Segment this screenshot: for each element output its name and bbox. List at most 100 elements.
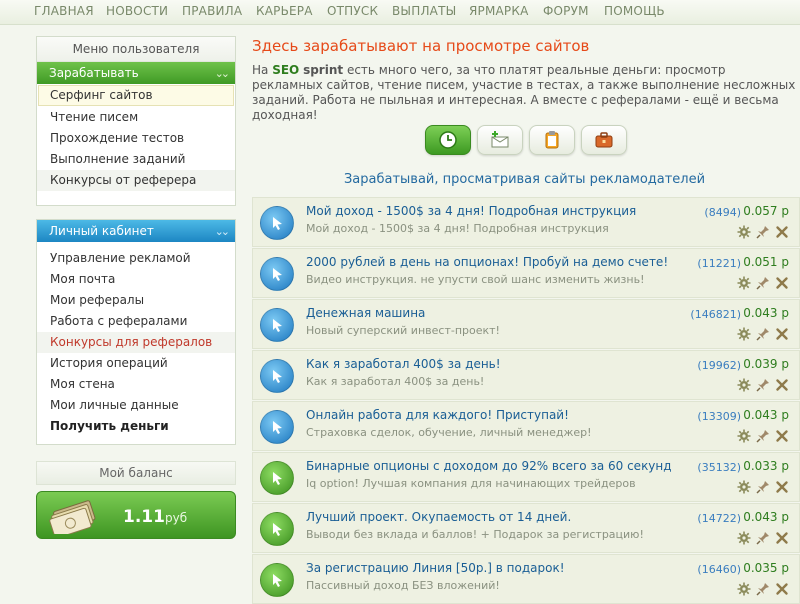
pin-icon[interactable] xyxy=(756,225,770,239)
close-icon[interactable] xyxy=(775,531,789,545)
earn-section-bar[interactable]: Зарабатывать ⌄⌄ xyxy=(37,62,235,84)
tab-mail[interactable] xyxy=(477,125,523,155)
ad-row[interactable]: 2000 рублей в день на опционах! Пробуй н… xyxy=(252,248,800,298)
menu-item-mail-reading[interactable]: Чтение писем xyxy=(37,107,235,128)
cabinet-section-bar[interactable]: Личный кабинет ⌄⌄ xyxy=(37,220,235,242)
tab-surfing[interactable] xyxy=(425,125,471,155)
cursor-icon[interactable] xyxy=(260,461,294,495)
cursor-icon[interactable] xyxy=(260,308,294,342)
menu-item-referrer-contests[interactable]: Конкурсы от реферера xyxy=(37,170,235,191)
chevron-down-icon: ⌄⌄ xyxy=(214,225,231,238)
menu-item-tasks[interactable]: Выполнение заданий xyxy=(37,149,235,170)
ad-row[interactable]: Как я заработал 400$ за день! Как я зараб… xyxy=(252,350,800,400)
pin-icon[interactable] xyxy=(756,378,770,392)
tab-tests[interactable] xyxy=(529,125,575,155)
chevron-down-icon: ⌄⌄ xyxy=(214,67,231,80)
menu-item-tests[interactable]: Прохождение тестов xyxy=(37,128,235,149)
cursor-icon[interactable] xyxy=(260,410,294,444)
ad-views: (35132) xyxy=(697,461,741,474)
ad-views: (8494) xyxy=(704,206,741,219)
ad-views: (146821) xyxy=(690,308,741,321)
nav-forum[interactable]: ФОРУМ xyxy=(543,4,589,18)
gear-icon[interactable] xyxy=(737,276,751,290)
ad-actions xyxy=(737,531,789,545)
balance-currency: руб xyxy=(165,511,188,525)
pin-icon[interactable] xyxy=(756,531,770,545)
ad-row[interactable]: Онлайн работа для каждого! Приступай! Стр… xyxy=(252,401,800,451)
ad-views: (13309) xyxy=(697,410,741,423)
nav-fair[interactable]: ЯРМАРКА xyxy=(469,4,529,18)
ad-row[interactable]: За регистрацию Линия [50р.] в подарок! Па… xyxy=(252,554,800,604)
close-icon[interactable] xyxy=(775,582,789,596)
menu-item-ad-management[interactable]: Управление рекламой xyxy=(37,248,235,269)
menu-item-referral-work[interactable]: Работа с рефералами xyxy=(37,311,235,332)
ad-actions xyxy=(737,582,789,596)
top-nav: ГЛАВНАЯ НОВОСТИ ПРАВИЛА КАРЬЕРА ОТПУСК В… xyxy=(0,0,800,25)
menu-item-history[interactable]: История операций xyxy=(37,353,235,374)
close-icon[interactable] xyxy=(775,276,789,290)
menu-item-personal-data[interactable]: Мои личные данные xyxy=(37,395,235,416)
gear-icon[interactable] xyxy=(737,429,751,443)
ad-views: (16460) xyxy=(697,563,741,576)
gear-icon[interactable] xyxy=(737,225,751,239)
ad-row[interactable]: Бинарные опционы с доходом до 92% всего … xyxy=(252,452,800,502)
nav-payouts[interactable]: ВЫПЛАТЫ xyxy=(392,4,456,18)
ad-title[interactable]: Бинарные опционы с доходом до 92% всего … xyxy=(306,459,672,473)
balance-box[interactable]: 1.11 руб xyxy=(36,491,236,539)
ad-description: Новый суперский инвест-проект! xyxy=(306,324,500,337)
menu-item-surfing[interactable]: Серфинг сайтов xyxy=(38,85,234,106)
ad-title[interactable]: Как я заработал 400$ за день! xyxy=(306,357,501,371)
ad-row[interactable]: Мой доход - 1500$ за 4 дня! Подробная ин… xyxy=(252,197,800,247)
pin-icon[interactable] xyxy=(756,480,770,494)
ad-title[interactable]: Онлайн работа для каждого! Приступай! xyxy=(306,408,569,422)
cabinet-section-label: Личный кабинет xyxy=(49,224,154,238)
menu-item-get-money[interactable]: Получить деньги xyxy=(37,416,235,437)
ad-price: 0.035 р xyxy=(743,561,789,575)
close-icon[interactable] xyxy=(775,429,789,443)
pin-icon[interactable] xyxy=(756,429,770,443)
gear-icon[interactable] xyxy=(737,327,751,341)
ad-price: 0.051 р xyxy=(743,255,789,269)
tab-tasks[interactable] xyxy=(581,125,627,155)
pin-icon[interactable] xyxy=(756,276,770,290)
ad-title[interactable]: Денежная машина xyxy=(306,306,425,320)
menu-item-referral-contests[interactable]: Конкурсы для рефералов xyxy=(37,332,235,353)
ad-description: Видео инструкция. не упусти свой шанс из… xyxy=(306,273,645,286)
cursor-icon[interactable] xyxy=(260,563,294,597)
cursor-icon[interactable] xyxy=(260,512,294,546)
gear-icon[interactable] xyxy=(737,480,751,494)
ad-views: (11221) xyxy=(697,257,741,270)
cursor-icon[interactable] xyxy=(260,257,294,291)
ad-views: (14722) xyxy=(697,512,741,525)
nav-vacation[interactable]: ОТПУСК xyxy=(327,4,378,18)
close-icon[interactable] xyxy=(775,378,789,392)
menu-item-my-wall[interactable]: Моя стена xyxy=(37,374,235,395)
menu-item-my-mail[interactable]: Моя почта xyxy=(37,269,235,290)
ad-title[interactable]: 2000 рублей в день на опционах! Пробуй н… xyxy=(306,255,668,269)
ad-row[interactable]: Лучший проект. Окупаемость от 14 дней. Вы… xyxy=(252,503,800,553)
nav-rules[interactable]: ПРАВИЛА xyxy=(182,4,242,18)
earn-section-label: Зарабатывать xyxy=(49,66,139,80)
nav-news[interactable]: НОВОСТИ xyxy=(106,4,168,18)
nav-help[interactable]: ПОМОЩЬ xyxy=(604,4,665,18)
pin-icon[interactable] xyxy=(756,327,770,341)
nav-career[interactable]: КАРЬЕРА xyxy=(256,4,313,18)
ad-title[interactable]: За регистрацию Линия [50р.] в подарок! xyxy=(306,561,565,575)
gear-icon[interactable] xyxy=(737,531,751,545)
ad-title[interactable]: Мой доход - 1500$ за 4 дня! Подробная ин… xyxy=(306,204,636,218)
ad-title[interactable]: Лучший проект. Окупаемость от 14 дней. xyxy=(306,510,571,524)
close-icon[interactable] xyxy=(775,480,789,494)
pin-icon[interactable] xyxy=(756,582,770,596)
cursor-icon[interactable] xyxy=(260,206,294,240)
menu-item-my-referrals[interactable]: Мои рефералы xyxy=(37,290,235,311)
close-icon[interactable] xyxy=(775,327,789,341)
nav-home[interactable]: ГЛАВНАЯ xyxy=(34,4,94,18)
close-icon[interactable] xyxy=(775,225,789,239)
ad-description: Пассивный доход БЕЗ вложений! xyxy=(306,579,500,592)
brand-sprint: sprint xyxy=(303,63,344,77)
gear-icon[interactable] xyxy=(737,582,751,596)
ad-row[interactable]: Денежная машина Новый суперский инвест-пр… xyxy=(252,299,800,349)
gear-icon[interactable] xyxy=(737,378,751,392)
cursor-icon[interactable] xyxy=(260,359,294,393)
intro-prefix: На xyxy=(252,63,273,77)
